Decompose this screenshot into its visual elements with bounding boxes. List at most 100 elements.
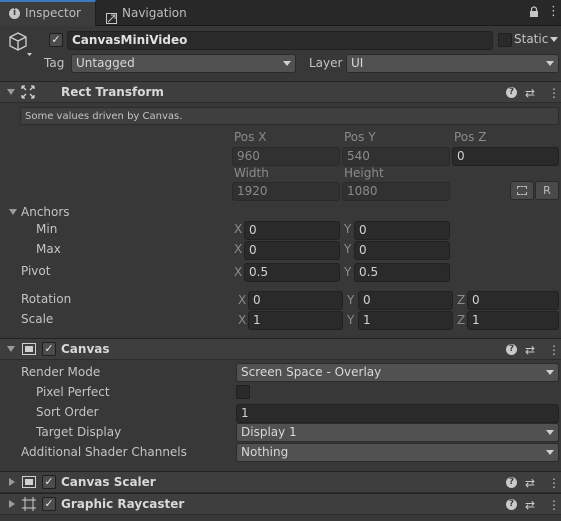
blueprint-icon xyxy=(517,186,527,195)
pivot-label: Pivot xyxy=(21,264,51,278)
foldout-arrow-icon[interactable] xyxy=(7,89,15,95)
canvas-header[interactable]: ✓ Canvas ? ⇄ ⋮ xyxy=(0,338,561,360)
shader-channels-dropdown[interactable]: Nothing xyxy=(236,443,559,462)
pos-z-input[interactable]: 0 xyxy=(452,147,559,166)
driven-values-helpbox: Some values driven by Canvas. xyxy=(20,107,559,125)
pivot-y-input[interactable]: 0.5 xyxy=(354,263,450,282)
foldout-arrow-icon[interactable] xyxy=(7,346,15,352)
tab-inspector[interactable]: i Inspector xyxy=(0,0,96,26)
layer-label: Layer xyxy=(309,56,343,70)
rotation-x-input[interactable]: 0 xyxy=(248,291,343,310)
height-input[interactable]: 1080 xyxy=(342,182,450,201)
pixel-perfect-checkbox[interactable] xyxy=(236,385,250,399)
scale-x-input[interactable]: 1 xyxy=(248,311,343,330)
pos-y-label: Pos Y xyxy=(344,130,376,144)
height-label: Height xyxy=(344,166,384,180)
axis-x-label: X xyxy=(238,313,247,327)
anchors-label: Anchors xyxy=(21,205,70,219)
canvas-icon xyxy=(22,343,36,355)
chevron-down-icon xyxy=(546,430,554,435)
chevron-down-icon xyxy=(283,61,291,66)
preset-icon[interactable]: ⇄ xyxy=(525,498,535,512)
target-display-dropdown[interactable]: Display 1 xyxy=(236,423,559,442)
static-checkbox[interactable] xyxy=(498,33,512,47)
anchors-foldout-arrow-icon[interactable] xyxy=(9,209,17,215)
tab-navigation[interactable]: Navigation xyxy=(97,0,207,26)
tab-bar: i Inspector Navigation ⋮ xyxy=(0,0,561,26)
tag-dropdown[interactable]: Untagged xyxy=(71,54,296,73)
gameobject-name-input[interactable]: CanvasMiniVideo xyxy=(67,31,493,50)
anchor-min-label: Min xyxy=(36,222,58,236)
canvas-scaler-header[interactable]: ✓ Canvas Scaler ? ⇄ ⋮ xyxy=(0,471,561,493)
kebab-menu-icon[interactable]: ⋮ xyxy=(547,5,560,19)
chevron-down-icon xyxy=(546,370,554,375)
component-title: Graphic Raycaster xyxy=(61,497,185,511)
axis-x-label: X xyxy=(238,293,247,307)
static-dropdown-caret-icon[interactable] xyxy=(550,37,558,42)
axis-y-label: Y xyxy=(347,293,355,307)
sort-order-input[interactable]: 1 xyxy=(236,404,559,423)
shader-channels-label: Additional Shader Channels xyxy=(21,445,187,459)
rect-transform-header[interactable]: Rect Transform ? ⇄ ⋮ xyxy=(0,81,561,103)
preset-icon[interactable]: ⇄ xyxy=(525,86,535,100)
anchor-min-x-input[interactable]: 0 xyxy=(244,221,340,240)
canvas-scaler-enabled-checkbox[interactable]: ✓ xyxy=(42,475,56,489)
pos-y-input[interactable]: 540 xyxy=(342,147,450,166)
tab-label: Navigation xyxy=(122,6,187,20)
component-menu-icon[interactable]: ⋮ xyxy=(548,498,560,512)
component-title: Canvas Scaler xyxy=(61,475,156,489)
render-mode-dropdown[interactable]: Screen Space - Overlay xyxy=(236,363,559,382)
component-menu-icon[interactable]: ⋮ xyxy=(548,476,560,490)
navigation-icon xyxy=(106,7,117,24)
sort-order-label: Sort Order xyxy=(36,405,99,419)
help-icon[interactable]: ? xyxy=(506,477,517,488)
foldout-arrow-icon[interactable] xyxy=(9,500,15,508)
gameobject-active-checkbox[interactable]: ✓ xyxy=(49,33,63,47)
render-mode-label: Render Mode xyxy=(21,365,101,379)
scale-z-input[interactable]: 1 xyxy=(467,311,559,330)
tag-label: Tag xyxy=(44,56,65,70)
canvas-enabled-checkbox[interactable]: ✓ xyxy=(42,342,56,356)
axis-x-label: X xyxy=(234,265,243,279)
graphic-raycaster-enabled-checkbox[interactable]: ✓ xyxy=(42,497,56,511)
scale-y-input[interactable]: 1 xyxy=(358,311,453,330)
foldout-arrow-icon[interactable] xyxy=(9,478,15,486)
preset-icon[interactable]: ⇄ xyxy=(525,476,535,490)
anchor-max-label: Max xyxy=(36,242,61,256)
graphic-raycaster-header[interactable]: ✓ Graphic Raycaster ? ⇄ ⋮ xyxy=(0,493,561,515)
target-display-value: Display 1 xyxy=(241,425,297,439)
gameobject-cube-icon[interactable] xyxy=(8,31,32,57)
layer-dropdown[interactable]: UI xyxy=(346,54,559,73)
lock-icon[interactable] xyxy=(529,6,539,18)
graphic-raycaster-icon xyxy=(22,497,36,511)
help-icon[interactable]: ? xyxy=(506,87,517,98)
component-title: Canvas xyxy=(61,342,110,356)
rotation-y-input[interactable]: 0 xyxy=(358,291,453,310)
shader-channels-value: Nothing xyxy=(241,445,289,459)
axis-y-label: Y xyxy=(344,222,352,236)
anchor-min-y-input[interactable]: 0 xyxy=(354,221,450,240)
chevron-down-icon xyxy=(546,61,554,66)
preset-icon[interactable]: ⇄ xyxy=(525,343,535,357)
rect-transform-icon xyxy=(21,85,35,99)
pos-x-input[interactable]: 960 xyxy=(232,147,340,166)
anchor-max-x-input[interactable]: 0 xyxy=(244,241,340,260)
help-icon[interactable]: ? xyxy=(506,344,517,355)
pos-x-label: Pos X xyxy=(234,130,267,144)
help-icon[interactable]: ? xyxy=(506,499,517,510)
component-menu-icon[interactable]: ⋮ xyxy=(548,343,560,357)
rotation-z-input[interactable]: 0 xyxy=(467,291,559,310)
pivot-x-input[interactable]: 0.5 xyxy=(244,263,340,282)
target-display-label: Target Display xyxy=(36,425,122,439)
axis-y-label: Y xyxy=(344,265,352,279)
static-label: Static xyxy=(514,32,549,46)
width-input[interactable]: 1920 xyxy=(232,182,340,201)
axis-z-label: Z xyxy=(457,313,466,327)
blueprint-mode-button[interactable] xyxy=(510,181,534,200)
pixel-perfect-label: Pixel Perfect xyxy=(36,385,110,399)
pos-z-label: Pos Z xyxy=(454,130,487,144)
component-menu-icon[interactable]: ⋮ xyxy=(548,86,560,100)
anchor-max-y-input[interactable]: 0 xyxy=(354,241,450,260)
chevron-down-icon xyxy=(546,450,554,455)
raw-edit-button[interactable]: R xyxy=(535,181,559,200)
